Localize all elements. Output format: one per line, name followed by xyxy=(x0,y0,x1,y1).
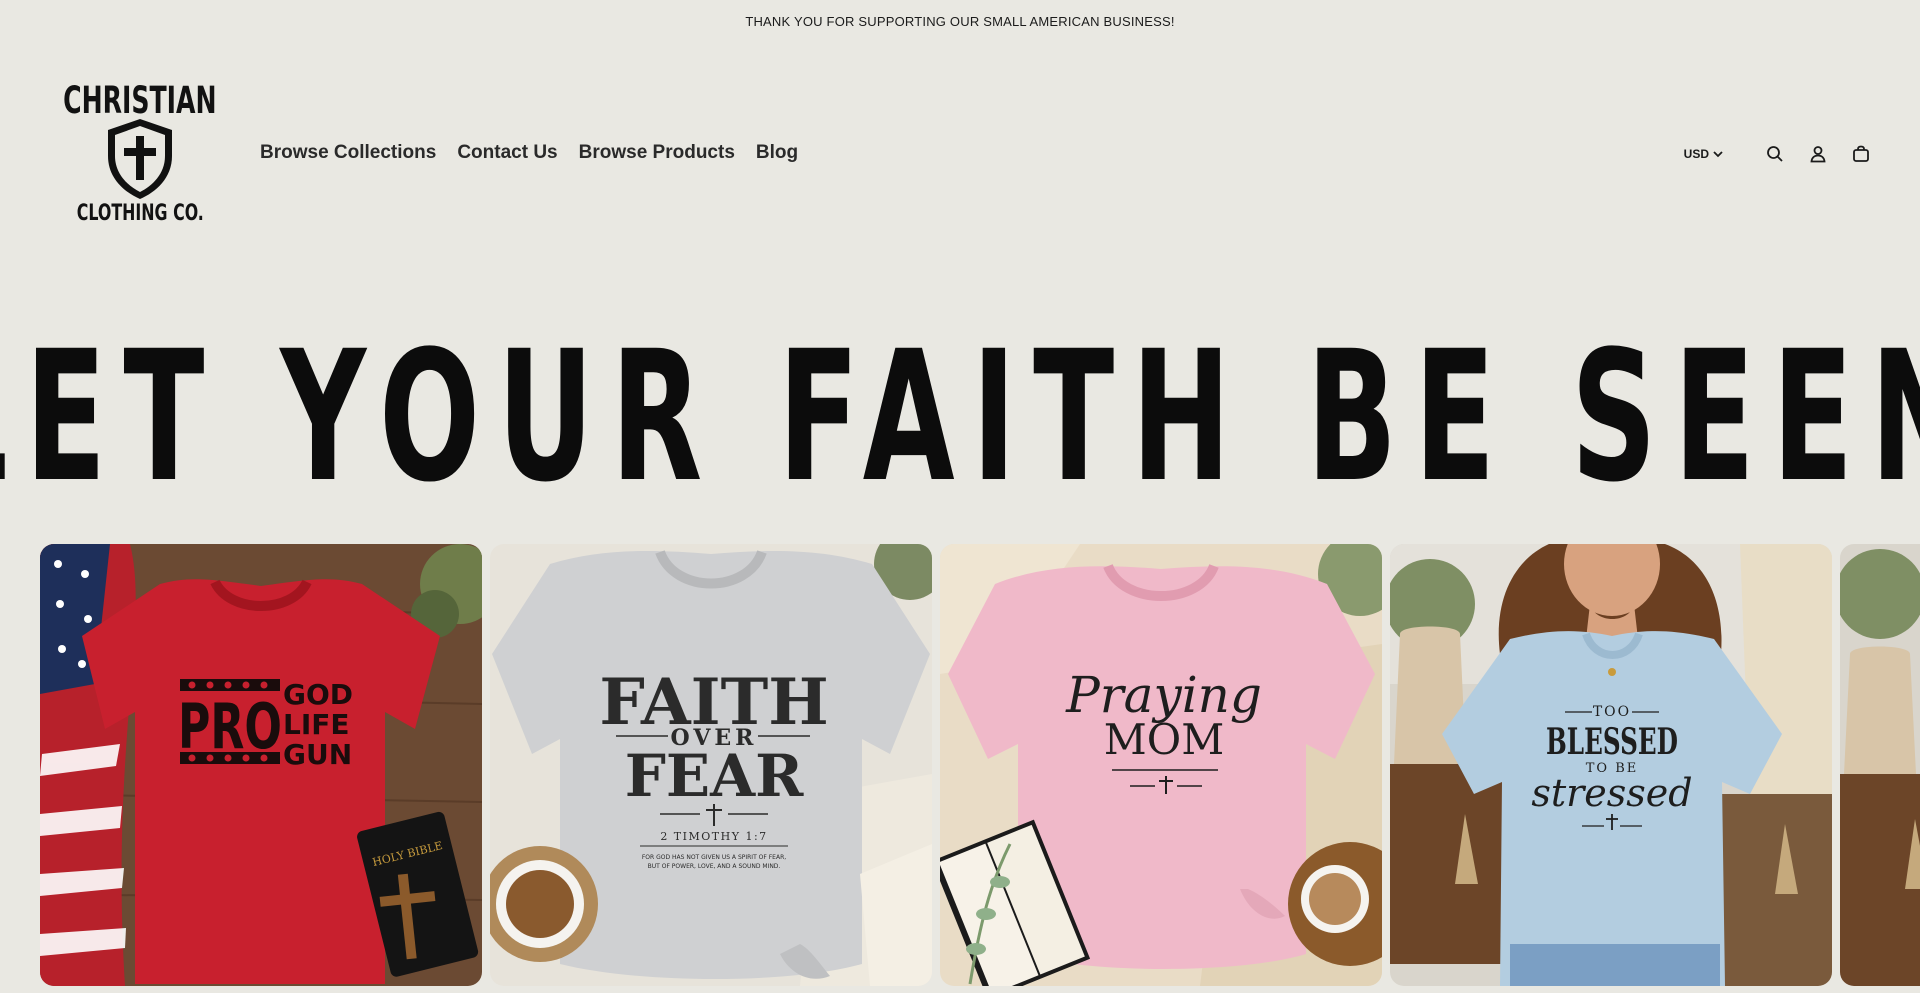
product-image xyxy=(1840,544,1920,986)
hero-title: LET YOUR FAITH BE SEEN xyxy=(0,335,1920,500)
shield-cross-icon xyxy=(108,119,172,199)
design-text-god: GOD xyxy=(283,678,353,711)
design-text-reference: 2 TIMOTHY 1:7 xyxy=(660,830,767,843)
nav-blog[interactable]: Blog xyxy=(756,142,798,164)
product-image: TOO BLESSED TO BE stressed xyxy=(1390,544,1832,986)
design-text-blessed: BLESSED xyxy=(1546,721,1678,763)
design-text-pro: PRO xyxy=(178,690,282,763)
product-card-pro-god-life-gun[interactable]: PRO GOD LIFE GUN HOLY BIBLE xyxy=(40,544,482,986)
product-image: FAITH OVER FEAR 2 TIMOTHY 1:7 FOR GOD HA… xyxy=(490,544,932,986)
nav-browse-collections[interactable]: Browse Collections xyxy=(260,142,436,164)
design-text-verse-1: FOR GOD HAS NOT GIVEN US A SPIRIT OF FEA… xyxy=(642,854,786,861)
product-card-praying-mom[interactable]: Praying MOM xyxy=(940,544,1382,986)
design-text-too: TOO xyxy=(1593,704,1631,720)
design-text-gun: GUN xyxy=(283,738,352,771)
nav-browse-products[interactable]: Browse Products xyxy=(579,142,735,164)
logo-line-bottom: CLOTHING CO. xyxy=(76,201,204,226)
site-logo[interactable]: CHRISTIAN CLOTHING CO. xyxy=(63,79,217,232)
product-card-too-blessed[interactable]: TOO BLESSED TO BE stressed xyxy=(1390,544,1832,986)
main-nav: Browse Collections Contact Us Browse Pro… xyxy=(260,142,819,164)
announcement-text: THANK YOU FOR SUPPORTING OUR SMALL AMERI… xyxy=(745,13,1175,29)
design-text-verse-2: BUT OF POWER, LOVE, AND A SOUND MIND. xyxy=(648,863,781,870)
site-header: CHRISTIAN CLOTHING CO. Browse Collection… xyxy=(0,42,1920,266)
currency-label: USD xyxy=(1683,147,1709,161)
search-icon[interactable] xyxy=(1764,143,1786,165)
product-card-faith-over-fear[interactable]: FAITH OVER FEAR 2 TIMOTHY 1:7 FOR GOD HA… xyxy=(490,544,932,986)
product-image: PRO GOD LIFE GUN HOLY BIBLE xyxy=(40,544,482,986)
design-text-fear: FEAR xyxy=(625,742,804,810)
product-card-partial[interactable] xyxy=(1840,544,1920,986)
cart-icon[interactable] xyxy=(1850,143,1872,165)
design-text-mom: MOM xyxy=(1104,715,1224,764)
chevron-down-icon xyxy=(1713,150,1723,157)
header-tools: USD xyxy=(1684,143,1872,165)
logo-line-top: CHRISTIAN xyxy=(63,79,217,122)
hero-banner: LET YOUR FAITH BE SEEN xyxy=(0,335,1920,500)
product-image: Praying MOM xyxy=(940,544,1382,986)
announcement-bar: THANK YOU FOR SUPPORTING OUR SMALL AMERI… xyxy=(0,0,1920,42)
nav-contact-us[interactable]: Contact Us xyxy=(457,142,557,164)
design-text-life: LIFE xyxy=(283,708,350,741)
currency-selector[interactable]: USD xyxy=(1684,147,1723,161)
account-icon[interactable] xyxy=(1807,143,1829,165)
design-text-stressed: stressed xyxy=(1531,771,1692,815)
product-carousel: PRO GOD LIFE GUN HOLY BIBLE FAITH OVER F… xyxy=(40,544,1920,986)
